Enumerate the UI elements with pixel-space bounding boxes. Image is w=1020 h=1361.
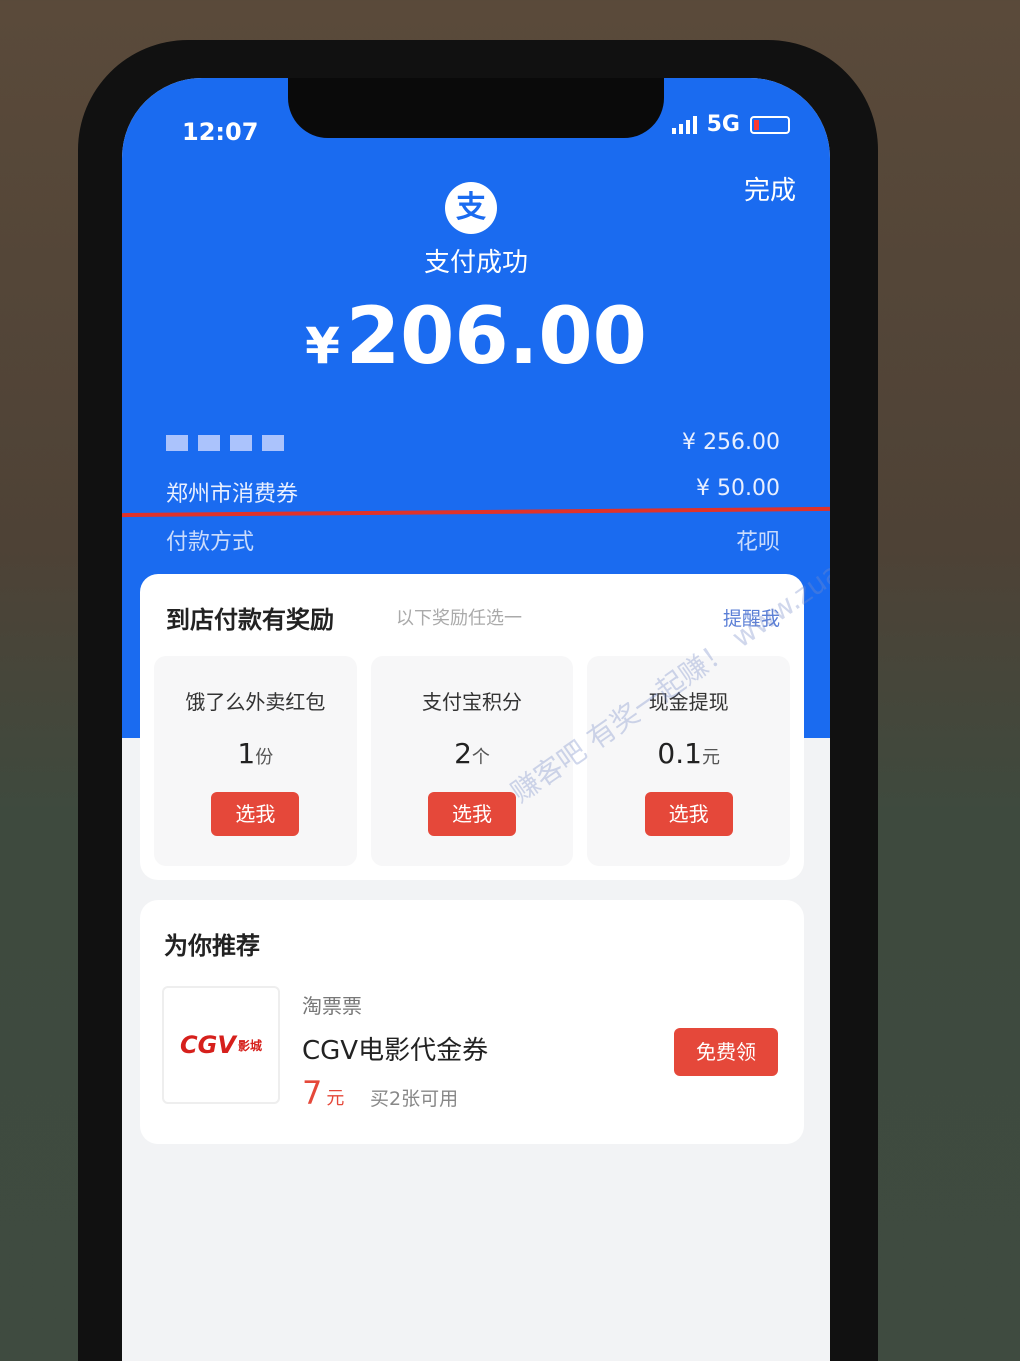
payment-status-title: 支付成功 [423,248,528,278]
payment-method-label: 付款方式 [166,530,255,555]
status-time: 12:07 [182,118,259,146]
blurred-merchant-name [166,430,284,455]
product-name[interactable]: CGV电影代金券 [302,1030,488,1067]
recommend-card: 为你推荐 CGV 影城 淘票票 CGV电影代金券 7元 买2张可用 免费领 [140,900,804,1144]
reward-title: 饿了么外卖红包 [185,690,326,714]
select-reward-button[interactable]: 选我 [428,792,516,836]
coupon-row: 郑州市消费券 ¥ 50.00 [166,476,780,508]
coupon-label: 郑州市消费券 [166,482,299,507]
rewards-card: 到店付款有奖励 以下奖励任选一 提醒我 饿了么外卖红包 1份 选我 支付宝积分 … [140,574,804,880]
select-reward-button[interactable]: 选我 [644,792,733,836]
select-reward-button[interactable]: 选我 [211,792,300,836]
product-price: 7元 [302,1074,345,1112]
original-amount-row: ¥ 256.00 [166,430,780,455]
rewards-title: 到店付款有奖励 [166,606,334,634]
cgv-logo-icon[interactable]: CGV 影城 [162,986,280,1104]
payment-method-value: 花呗 [735,530,780,555]
merchant-name: 淘票票 [302,994,362,1018]
reward-title: 支付宝积分 [422,690,522,714]
reward-option-red-packet: 饿了么外卖红包 1份 选我 [154,656,357,866]
recommend-title: 为你推荐 [164,932,260,960]
rewards-subtitle: 以下奖励任选一 [396,608,522,629]
payment-method-row: 付款方式 花呗 [166,524,780,556]
signal-icon [671,115,697,134]
alipay-logo-icon: 支 [445,182,497,234]
reward-value: 1份 [237,737,274,770]
done-button[interactable]: 完成 [744,170,796,207]
original-amount: ¥ 256.00 [682,430,780,455]
amount-value: 206.00 [345,292,647,382]
battery-icon [750,115,790,134]
currency-symbol: ¥ [305,317,340,375]
network-label: 5G [706,112,740,137]
status-bar-right: 5G [671,112,790,137]
coupon-amount: ¥ 50.00 [696,476,780,501]
phone-notch [288,78,664,138]
product-condition: 买2张可用 [370,1088,459,1110]
payment-amount: ¥206.00 [122,292,830,382]
claim-free-button[interactable]: 免费领 [674,1028,778,1076]
phone-screen: 12:07 5G 完成 支 支付成功 ¥206.00 ¥ 256.00 郑州市消… [122,78,830,1361]
